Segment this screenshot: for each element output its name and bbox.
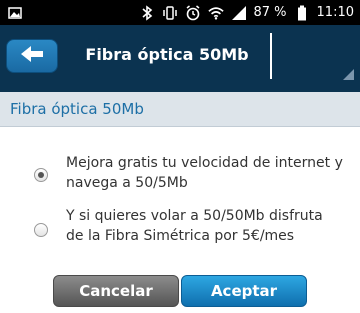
option-text: Y si quieres volar a 50/50Mb disfruta de…	[66, 208, 323, 244]
image-icon	[8, 5, 22, 19]
accept-button[interactable]: Aceptar	[181, 275, 307, 307]
status-icons: 87 % 11:10	[139, 0, 354, 25]
option-text: Mejora gratis tu velocidad de internet y…	[66, 155, 343, 191]
radio-button[interactable]	[34, 223, 48, 237]
back-button[interactable]	[6, 39, 58, 73]
corner-triangle-icon	[343, 69, 354, 80]
bluetooth-icon	[139, 4, 155, 21]
radio-button-selected[interactable]	[34, 168, 48, 182]
clock: 11:10	[316, 5, 354, 20]
section-header: Fibra óptica 50Mb	[0, 92, 360, 127]
wifi-icon	[207, 5, 224, 21]
signal-icon	[231, 5, 247, 21]
app-bar: Fibra óptica 50Mb	[0, 25, 360, 92]
status-bar: 87 % 11:10	[0, 0, 360, 25]
vibrate-icon	[162, 5, 178, 21]
page-title: Fibra óptica 50Mb	[85, 44, 249, 64]
cancel-button[interactable]: Cancelar	[53, 275, 179, 307]
battery-percent: 87 %	[253, 5, 287, 20]
arrow-left-icon	[19, 44, 45, 68]
title-divider	[270, 33, 272, 79]
battery-icon	[294, 5, 310, 21]
alarm-icon	[185, 4, 201, 21]
